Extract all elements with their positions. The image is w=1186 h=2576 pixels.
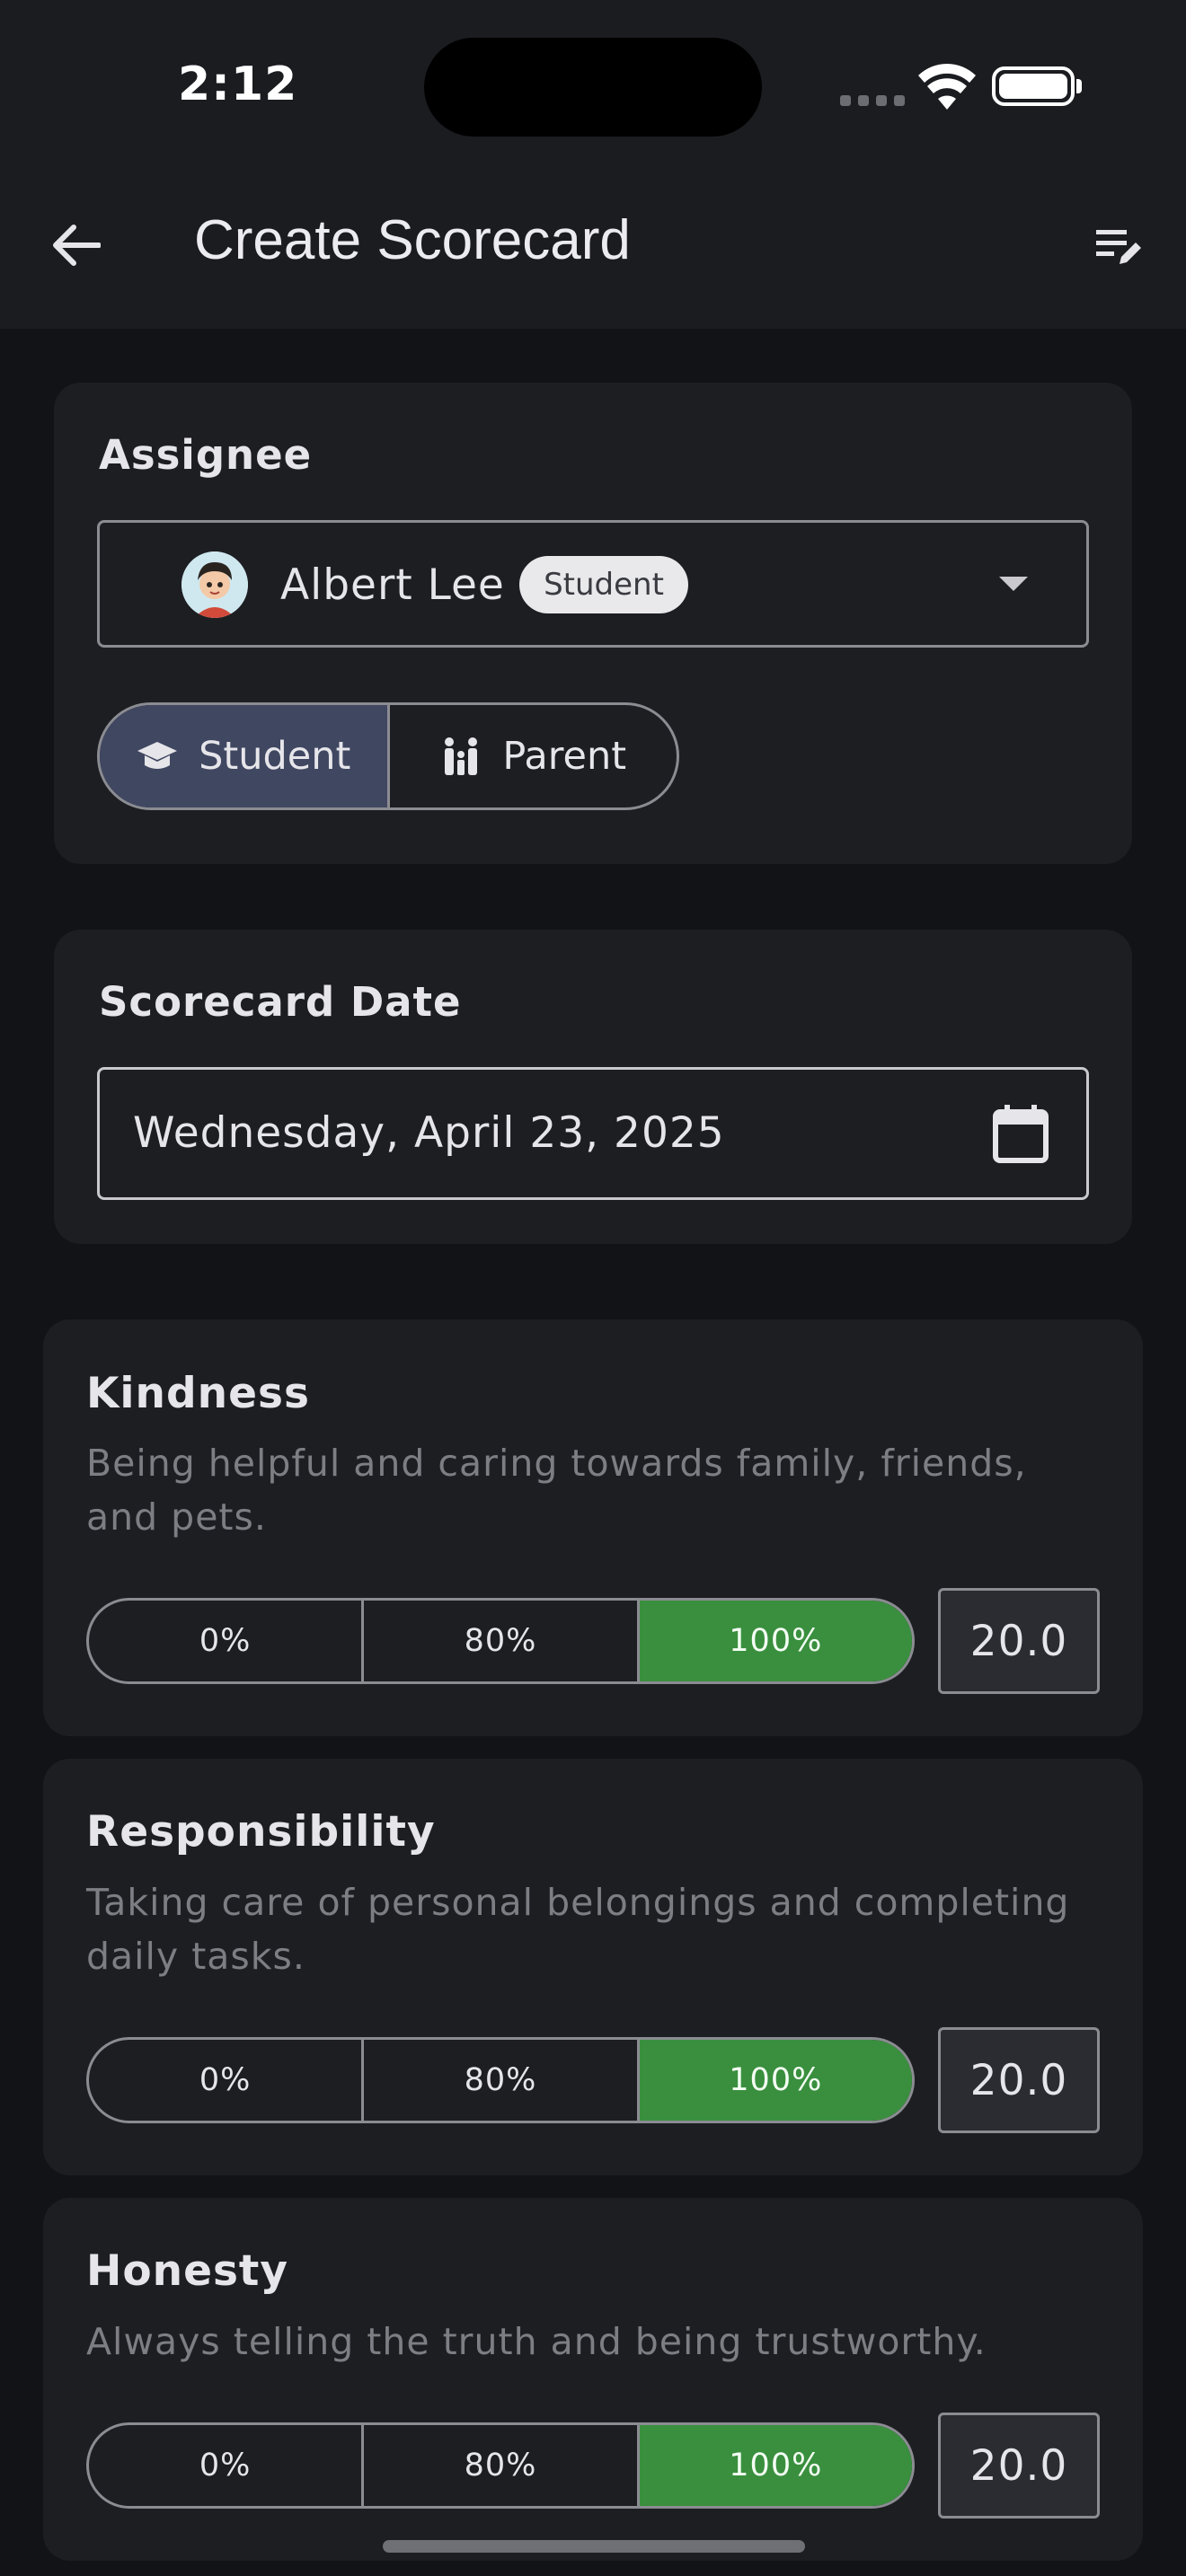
status-time: 2:12	[178, 57, 298, 111]
score-option-80[interactable]: 80%	[361, 2040, 636, 2121]
toggle-parent-label: Parent	[502, 734, 627, 779]
score-selector: 0% 80% 100%	[86, 1598, 915, 1684]
role-badge: Student	[519, 556, 688, 613]
wifi-icon	[918, 64, 976, 110]
page-title: Create Scorecard	[194, 209, 631, 271]
arrow-left-icon	[53, 225, 101, 266]
edit-list-icon	[1096, 230, 1141, 264]
score-selector: 0% 80% 100%	[86, 2037, 915, 2123]
edit-list-button[interactable]	[1089, 216, 1152, 278]
score-option-100[interactable]: 100%	[636, 2040, 912, 2121]
back-button[interactable]	[45, 214, 108, 277]
score-input[interactable]: 20.0	[938, 2027, 1100, 2133]
toggle-student-label: Student	[199, 734, 351, 779]
criterion-title: Kindness	[86, 1369, 310, 1418]
home-indicator[interactable]	[383, 2540, 805, 2553]
criterion-title: Honesty	[86, 2246, 289, 2296]
score-option-0[interactable]: 0%	[89, 1601, 361, 1681]
score-option-80[interactable]: 80%	[361, 1601, 636, 1681]
score-option-80[interactable]: 80%	[361, 2425, 636, 2506]
cellular-signal-icon	[840, 95, 905, 106]
toggle-parent[interactable]: Parent	[386, 705, 677, 807]
assignee-name: Albert Lee	[280, 560, 505, 610]
criterion-title: Responsibility	[86, 1807, 436, 1857]
date-value: Wednesday, April 23, 2025	[133, 1108, 725, 1158]
score-option-0[interactable]: 0%	[89, 2425, 361, 2506]
dropdown-arrow-icon[interactable]	[999, 577, 1028, 591]
battery-nub	[1076, 79, 1082, 93]
calendar-icon[interactable]	[992, 1103, 1049, 1164]
assignee-type-toggle: Student Parent	[97, 702, 679, 810]
family-icon	[445, 737, 478, 775]
score-selector: 0% 80% 100%	[86, 2422, 915, 2509]
criterion-description: Always telling the truth and being trust…	[86, 2320, 987, 2363]
criterion-description: Taking care of personal belongings and c…	[86, 1881, 1070, 1978]
avatar	[181, 551, 248, 618]
toggle-student[interactable]: Student	[100, 705, 387, 807]
assignee-label: Assignee	[99, 431, 313, 479]
graduation-cap-icon	[137, 742, 178, 769]
score-input[interactable]: 20.0	[938, 2413, 1100, 2519]
score-option-100[interactable]: 100%	[636, 2425, 912, 2506]
dynamic-island	[424, 38, 762, 137]
score-option-0[interactable]: 0%	[89, 2040, 361, 2121]
battery-icon	[992, 66, 1075, 106]
score-option-100[interactable]: 100%	[636, 1601, 912, 1681]
criterion-description: Being helpful and caring towards family,…	[86, 1442, 1027, 1539]
score-input[interactable]: 20.0	[938, 1588, 1100, 1694]
date-label: Scorecard Date	[99, 978, 462, 1026]
